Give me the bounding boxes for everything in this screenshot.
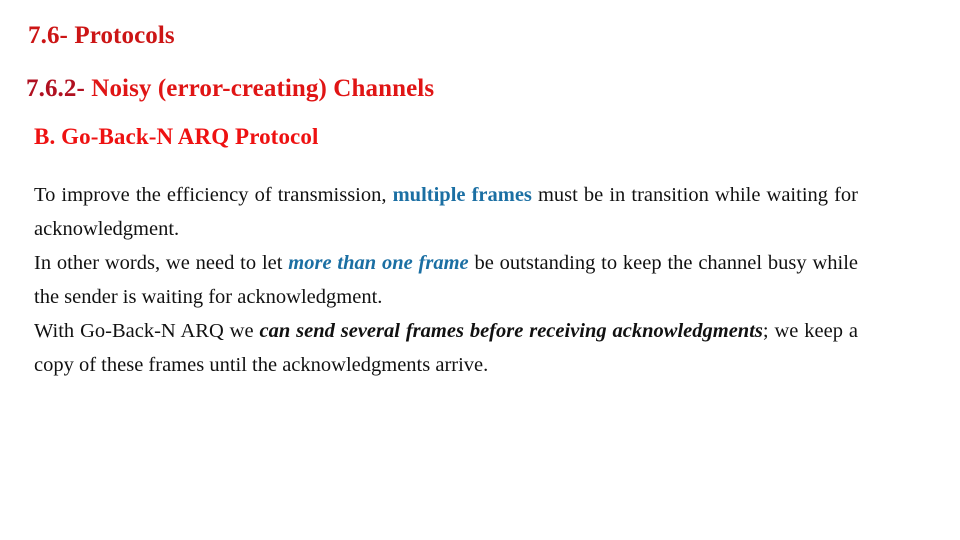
paragraph-go-back-n-description: With Go-Back-N ARQ we can send several f… <box>34 314 858 382</box>
paragraph-efficiency: To improve the efficiency of transmissio… <box>34 178 858 246</box>
paragraph-3-emphasis-can-send-several-frames: can send several frames before receiving… <box>259 320 763 342</box>
paragraph-1-highlight-multiple-frames: multiple frames <box>392 184 532 206</box>
body-content: To improve the efficiency of transmissio… <box>34 178 858 382</box>
paragraph-outstanding-frames: In other words, we need to let more than… <box>34 246 858 314</box>
heading-topic-title: B. Go-Back-N ARQ Protocol <box>34 124 319 149</box>
paragraph-2-text-part-1: In other words, we need to let <box>34 252 289 274</box>
slide-canvas: 7.6- Protocols 7.6.2- Noisy (error-creat… <box>0 0 960 540</box>
heading-section-title: 7.6- Protocols <box>28 22 175 49</box>
heading-subsection-text: Noisy (error-creating) Channels <box>84 75 435 102</box>
heading-subsection-title: 7.6.2- Noisy (error-creating) Channels <box>26 75 434 103</box>
heading-subsection-number: 7.6.2- <box>26 75 85 102</box>
paragraph-3-text-part-1: With Go-Back-N ARQ we <box>34 320 260 342</box>
paragraph-1-text-part-1: To improve the efficiency of transmissio… <box>34 184 393 206</box>
paragraph-2-highlight-more-than-one-frame: more than one frame <box>288 252 469 274</box>
